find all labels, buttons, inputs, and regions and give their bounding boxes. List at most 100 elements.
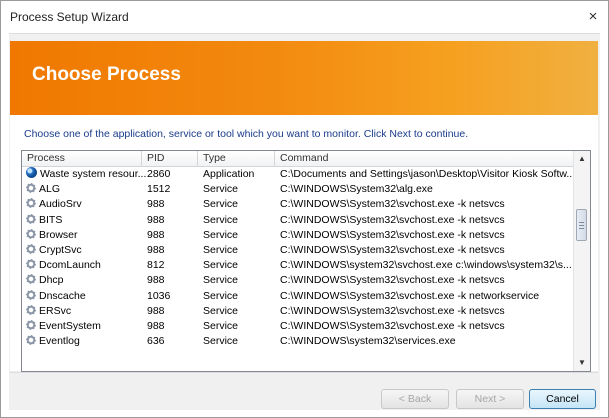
process-name: Eventlog (39, 335, 80, 348)
pid-cell: 988 (147, 243, 165, 256)
table-row[interactable]: ALG 1512 Service C:\WINDOWS\System32\alg.ex… (22, 182, 573, 197)
column-header-pid[interactable]: PID (142, 151, 198, 166)
pid-cell: 1512 (147, 183, 171, 196)
pid-cell: 812 (147, 259, 165, 272)
process-name-cell: Waste system resour... (26, 167, 146, 182)
table-row[interactable]: Dnscache 1036 Service C:\WINDOWS\System32\s… (22, 289, 573, 304)
scroll-down-button[interactable]: ▼ (574, 355, 590, 371)
content-panel: Choose one of the application, service o… (10, 115, 598, 372)
command-cell: C:\WINDOWS\System32\svchost.exe -k netsv… (280, 319, 505, 332)
gear-icon (26, 243, 36, 254)
command-cell: C:\WINDOWS\System32\svchost.exe -k netwo… (280, 289, 540, 302)
type-cell: Service (203, 228, 239, 241)
command-cell: C:\WINDOWS\System32\svchost.exe -k netsv… (280, 274, 505, 287)
pid-cell: 988 (147, 213, 165, 226)
table-row[interactable]: ERSvc 988 Service C:\WINDOWS\System32\svcho… (22, 304, 573, 319)
command-cell: C:\Documents and Settings\jason\Desktop\… (280, 168, 572, 180)
type-cell: Application (203, 168, 255, 180)
table-row[interactable]: Waste system resour... 2860 Application C:\… (22, 167, 573, 182)
gear-icon (26, 304, 36, 315)
type-cell: Service (203, 198, 239, 211)
column-header-command[interactable]: Command (275, 151, 573, 166)
gear-icon (26, 213, 36, 224)
table-row[interactable]: DcomLaunch 812 Service C:\WINDOWS\system32\… (22, 258, 573, 273)
pid-cell: 1036 (147, 289, 171, 302)
back-button[interactable]: < Back (381, 389, 449, 409)
pid-cell: 636 (147, 335, 165, 348)
table-row[interactable]: Dhcp 988 Service C:\WINDOWS\System32\svchos… (22, 273, 573, 288)
pid-cell: 988 (147, 304, 165, 317)
process-name: Dnscache (39, 289, 86, 302)
process-name-cell: ALG (26, 182, 146, 197)
page-title: Choose Process (32, 64, 181, 85)
process-name: DcomLaunch (39, 259, 101, 272)
process-name: CryptSvc (39, 243, 82, 256)
gear-icon (26, 198, 36, 209)
command-cell: C:\WINDOWS\system32\services.exe (280, 335, 456, 348)
table-row[interactable]: AudioSrv 988 Service C:\WINDOWS\System32\sv… (22, 197, 573, 212)
type-cell: Service (203, 259, 239, 272)
command-cell: C:\WINDOWS\System32\svchost.exe -k netsv… (280, 198, 505, 211)
pid-cell: 2860 (147, 168, 171, 180)
gear-icon (26, 228, 36, 239)
column-header-type[interactable]: Type (198, 151, 275, 166)
gear-icon (26, 319, 36, 330)
process-name-cell: CryptSvc (26, 243, 146, 258)
app-icon (26, 167, 37, 178)
header-banner: Choose Process (10, 41, 598, 115)
process-name-cell: Browser (26, 228, 146, 243)
process-name: EventSystem (39, 319, 101, 332)
type-cell: Service (203, 304, 239, 317)
command-cell: C:\WINDOWS\System32\alg.exe (280, 183, 433, 196)
type-cell: Service (203, 243, 239, 256)
type-cell: Service (203, 319, 239, 332)
vertical-scrollbar[interactable]: ▲ ▼ (573, 151, 590, 371)
process-name: BITS (39, 213, 63, 226)
command-cell: C:\WINDOWS\System32\svchost.exe -k netsv… (280, 213, 505, 226)
close-button[interactable]: × (582, 6, 604, 28)
list-header: Process PID Type Command (22, 151, 573, 167)
command-cell: C:\WINDOWS\System32\svchost.exe -k netsv… (280, 304, 505, 317)
pid-cell: 988 (147, 274, 165, 287)
gear-icon (26, 259, 36, 270)
cancel-button[interactable]: Cancel (529, 389, 596, 409)
process-name: Browser (39, 228, 78, 241)
list-rows: Waste system resour... 2860 Application C:\… (22, 167, 573, 349)
title-bar: Process Setup Wizard × (1, 1, 608, 33)
process-name: Waste system resour... (40, 168, 146, 180)
process-name: Dhcp (39, 274, 64, 287)
process-name-cell: EventSystem (26, 319, 146, 334)
window-title: Process Setup Wizard (10, 10, 129, 24)
gear-icon (26, 335, 36, 346)
process-list[interactable]: Process PID Type Command Waste system re… (21, 150, 591, 372)
column-header-process[interactable]: Process (22, 151, 142, 166)
process-name: ALG (39, 183, 61, 196)
table-row[interactable]: CryptSvc 988 Service C:\WINDOWS\System32\sv… (22, 243, 573, 258)
footer-divider (10, 372, 598, 373)
gear-icon (26, 289, 36, 300)
process-name: ERSvc (39, 304, 72, 317)
pid-cell: 988 (147, 319, 165, 332)
command-cell: C:\WINDOWS\system32\svchost.exe c:\windo… (280, 259, 572, 272)
table-row[interactable]: Browser 988 Service C:\WINDOWS\System32\svc… (22, 228, 573, 243)
table-row[interactable]: Eventlog 636 Service C:\WINDOWS\system32\se… (22, 334, 573, 349)
command-cell: C:\WINDOWS\System32\svchost.exe -k netsv… (280, 228, 505, 241)
process-name-cell: ERSvc (26, 304, 146, 319)
table-row[interactable]: BITS 988 Service C:\WINDOWS\System32\svchos… (22, 213, 573, 228)
process-name-cell: DcomLaunch (26, 258, 146, 273)
process-name-cell: Dnscache (26, 289, 146, 304)
type-cell: Service (203, 289, 239, 302)
gear-icon (26, 274, 36, 285)
type-cell: Service (203, 274, 239, 287)
type-cell: Service (203, 213, 239, 226)
scroll-up-button[interactable]: ▲ (574, 151, 590, 167)
scroll-thumb[interactable] (576, 209, 587, 241)
gear-icon (26, 183, 36, 194)
process-name: AudioSrv (39, 198, 82, 211)
table-row[interactable]: EventSystem 988 Service C:\WINDOWS\System32… (22, 319, 573, 334)
pid-cell: 988 (147, 228, 165, 241)
instruction-text: Choose one of the application, service o… (24, 128, 469, 140)
next-button[interactable]: Next > (456, 389, 524, 409)
process-name-cell: Eventlog (26, 334, 146, 349)
process-name-cell: AudioSrv (26, 197, 146, 212)
